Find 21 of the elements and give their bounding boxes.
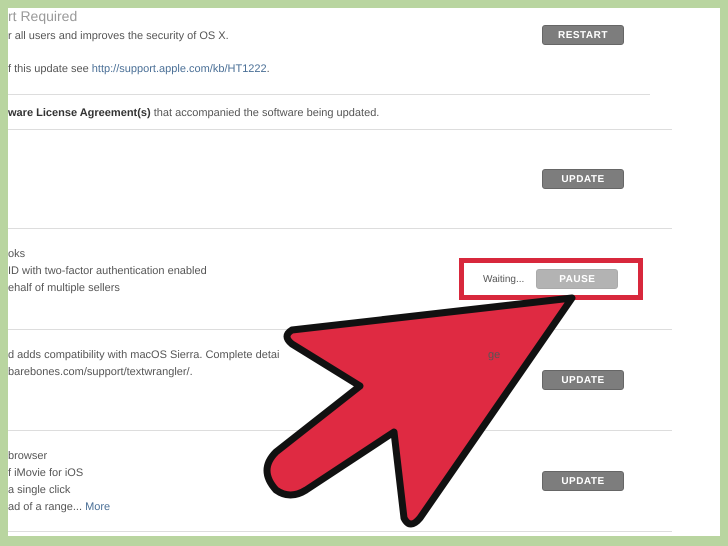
description-text: ehalf of multiple sellers	[8, 281, 120, 296]
action-button[interactable]: UPDATE	[542, 169, 624, 189]
action-button[interactable]: RESTART	[542, 25, 624, 45]
action-button[interactable]: UPDATE	[542, 471, 624, 491]
description-text: ge	[488, 349, 500, 361]
update-title: rt Required	[8, 8, 78, 24]
description-text: a single click	[8, 483, 70, 498]
link[interactable]: http://support.apple.com/kb/HT1222	[92, 63, 267, 75]
description-text: barebones.com/support/textwrangler/.	[8, 365, 193, 380]
status-text: Waiting...	[483, 274, 524, 284]
license-text: ware License Agreement(s) that accompanied the software being updated.	[8, 106, 380, 121]
description-text: ID with two-factor authentication enabled	[8, 264, 207, 279]
description-text: d adds compatibility with macOS Sierra. Complete detai	[8, 348, 280, 363]
action-button[interactable]: UPDATE	[542, 370, 624, 390]
description-text: browser	[8, 449, 48, 464]
description-text: oks	[8, 247, 26, 262]
description-text: f this update see http://support.apple.com/kb/HT1222.	[8, 62, 270, 77]
description-text: r all users and improves the security of OS X.	[8, 29, 229, 44]
description-text: f iMovie for iOS	[8, 466, 84, 481]
link[interactable]: More	[85, 501, 110, 513]
description-text: ad of a range... More	[8, 500, 110, 515]
